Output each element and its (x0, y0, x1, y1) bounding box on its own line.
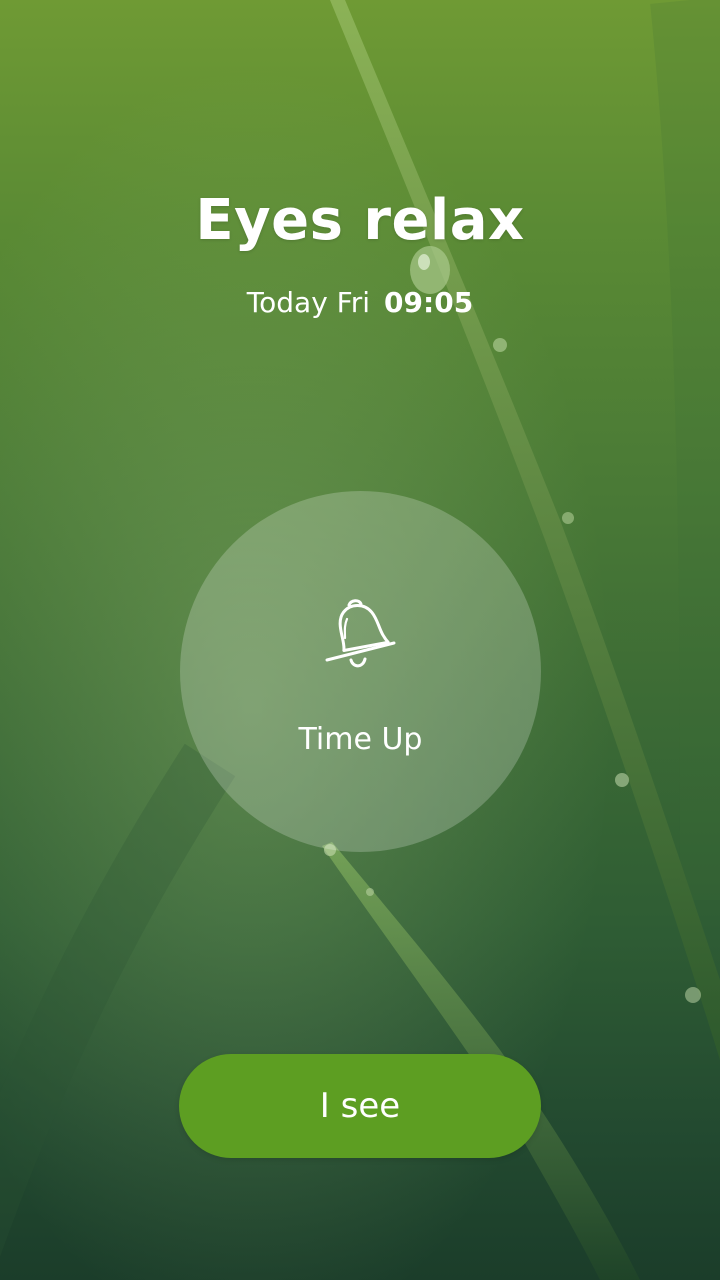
i-see-button[interactable]: I see (179, 1054, 541, 1158)
time-up-label: Time Up (298, 722, 423, 757)
page-title: Eyes relax (195, 188, 525, 253)
time-label: 09:05 (384, 286, 474, 319)
date-time-line: Today Fri 09:05 (0, 286, 720, 319)
bell-icon (321, 596, 401, 672)
day-label: Today Fri (246, 286, 371, 319)
